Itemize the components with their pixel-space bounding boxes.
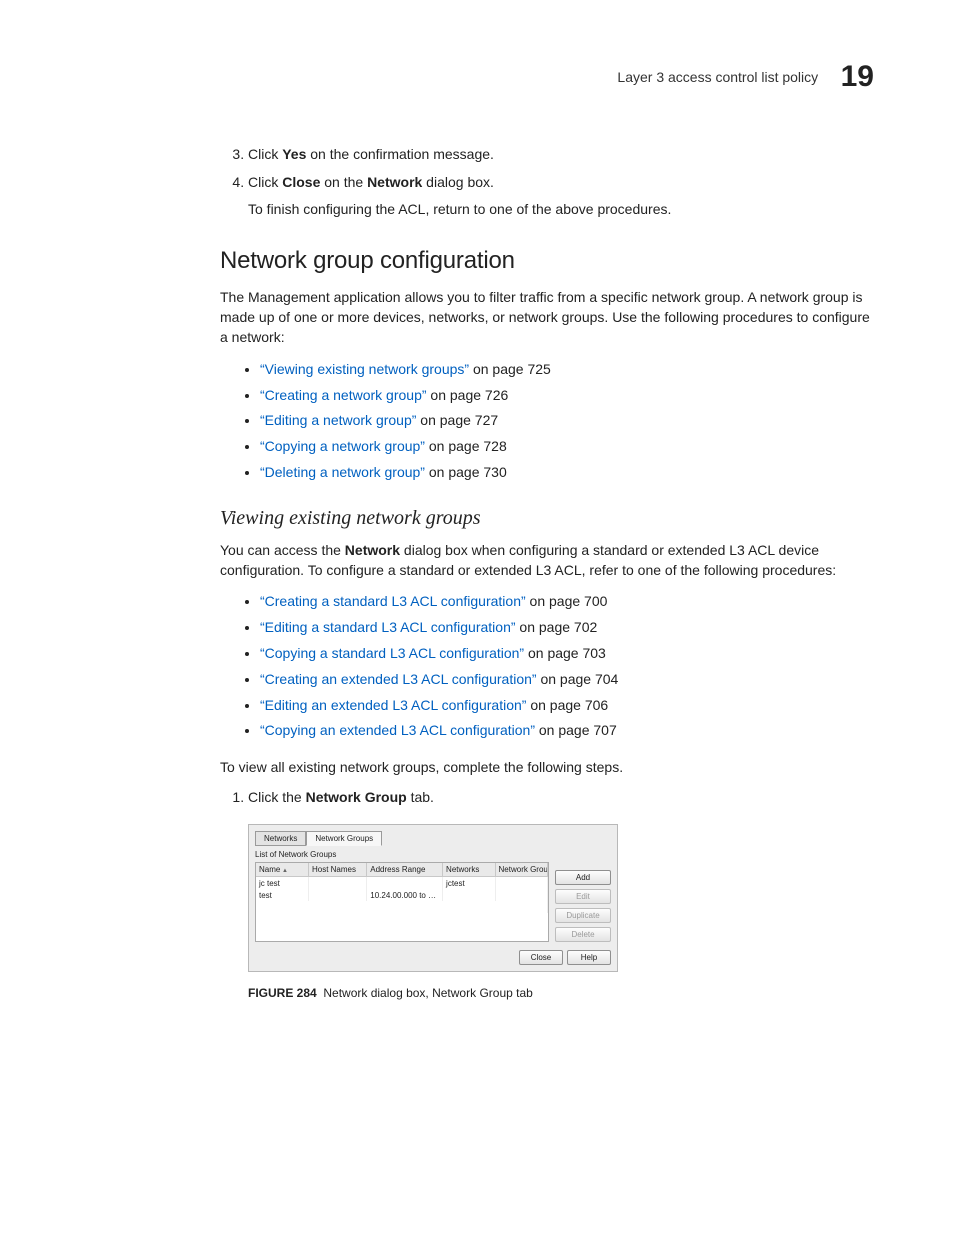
link-edit-ext[interactable]: “Editing an extended L3 ACL configuratio…: [260, 697, 526, 713]
step-3: Click Yes on the confirmation message.: [248, 144, 874, 164]
procedure-links-1: “Viewing existing network groups” on pag…: [220, 358, 874, 485]
step-1: Click the Network Group tab.: [248, 787, 874, 807]
list-item: “Viewing existing network groups” on pag…: [260, 358, 874, 382]
link-editing-group[interactable]: “Editing a network group”: [260, 412, 416, 428]
col-name[interactable]: Name: [256, 863, 308, 877]
col-address-range[interactable]: Address Range: [367, 863, 443, 877]
tab-networks[interactable]: Networks: [255, 831, 306, 847]
link-create-std[interactable]: “Creating a standard L3 ACL configuratio…: [260, 593, 526, 609]
dialog-tabs: Networks Network Groups: [255, 831, 611, 847]
list-item: “Copying a network group” on page 728: [260, 435, 874, 459]
link-create-ext[interactable]: “Creating an extended L3 ACL configurati…: [260, 671, 537, 687]
chapter-number: 19: [841, 60, 874, 94]
link-copy-ext[interactable]: “Copying an extended L3 ACL configuratio…: [260, 722, 535, 738]
network-groups-table: Name Host Names Address Range Networks N…: [256, 863, 548, 913]
intro-paragraph: The Management application allows you to…: [220, 287, 874, 348]
running-header: Layer 3 access control list policy 19: [80, 60, 874, 94]
list-item: “Editing an extended L3 ACL configuratio…: [260, 694, 874, 718]
link-edit-std[interactable]: “Editing a standard L3 ACL configuration…: [260, 619, 516, 635]
figure-text: Network dialog box, Network Group tab: [323, 986, 532, 1000]
step-4: Click Close on the Network dialog box. T…: [248, 172, 874, 219]
link-deleting-group[interactable]: “Deleting a network group”: [260, 464, 425, 480]
list-item: “Editing a network group” on page 727: [260, 409, 874, 433]
step-4-note: To finish configuring the ACL, return to…: [248, 199, 874, 219]
link-creating-group[interactable]: “Creating a network group”: [260, 387, 427, 403]
subsection-intro: You can access the Network dialog box wh…: [220, 540, 874, 581]
duplicate-button: Duplicate: [555, 908, 611, 923]
grid: Name Host Names Address Range Networks N…: [255, 862, 549, 942]
procedure-links-2: “Creating a standard L3 ACL configuratio…: [220, 590, 874, 743]
list-item: “Deleting a network group” on page 730: [260, 461, 874, 485]
col-host-names[interactable]: Host Names: [308, 863, 366, 877]
section-heading: Network group configuration: [220, 247, 874, 275]
tab-network-groups[interactable]: Network Groups: [306, 831, 382, 847]
list-item: “Copying a standard L3 ACL configuration…: [260, 642, 874, 666]
list-item: “Copying an extended L3 ACL configuratio…: [260, 719, 874, 743]
header-title: Layer 3 access control list policy: [617, 69, 818, 85]
view-intro: To view all existing network groups, com…: [220, 757, 874, 777]
subsection-heading: Viewing existing network groups: [220, 507, 874, 530]
col-network-groups[interactable]: Network Groups: [495, 863, 547, 877]
col-networks[interactable]: Networks: [443, 863, 495, 877]
list-item: “Creating a standard L3 ACL configuratio…: [260, 590, 874, 614]
dialog-footer: Close Help: [255, 950, 611, 965]
link-copy-std[interactable]: “Copying a standard L3 ACL configuration…: [260, 645, 524, 661]
steps-continued: Click Yes on the confirmation message. C…: [220, 144, 874, 219]
network-dialog: Networks Network Groups List of Network …: [248, 824, 618, 973]
table-row[interactable]: jc test jctest: [256, 877, 548, 890]
list-label: List of Network Groups: [255, 850, 611, 859]
list-item: “Creating an extended L3 ACL configurati…: [260, 668, 874, 692]
list-item: “Creating a network group” on page 726: [260, 384, 874, 408]
grid-spacer: [256, 901, 548, 913]
link-viewing-groups[interactable]: “Viewing existing network groups”: [260, 361, 469, 377]
list-item: “Editing a standard L3 ACL configuration…: [260, 616, 874, 640]
page: Layer 3 access control list policy 19 Cl…: [0, 0, 954, 1235]
body: Click Yes on the confirmation message. C…: [80, 144, 874, 1000]
view-steps: Click the Network Group tab.: [220, 787, 874, 807]
table-header-row: Name Host Names Address Range Networks N…: [256, 863, 548, 877]
add-button[interactable]: Add: [555, 870, 611, 885]
button-column: Add Edit Duplicate Delete: [555, 862, 611, 942]
dialog-main: Name Host Names Address Range Networks N…: [255, 862, 611, 942]
figure-caption: FIGURE 284 Network dialog box, Network G…: [248, 986, 874, 1000]
help-button[interactable]: Help: [567, 950, 611, 965]
delete-button: Delete: [555, 927, 611, 942]
link-copying-group[interactable]: “Copying a network group”: [260, 438, 425, 454]
edit-button: Edit: [555, 889, 611, 904]
figure-wrapper: Networks Network Groups List of Network …: [220, 824, 874, 1001]
figure-label: FIGURE 284: [248, 986, 317, 1000]
close-button[interactable]: Close: [519, 950, 563, 965]
table-row[interactable]: test 10.24.00.000 to 10.2...: [256, 889, 548, 901]
